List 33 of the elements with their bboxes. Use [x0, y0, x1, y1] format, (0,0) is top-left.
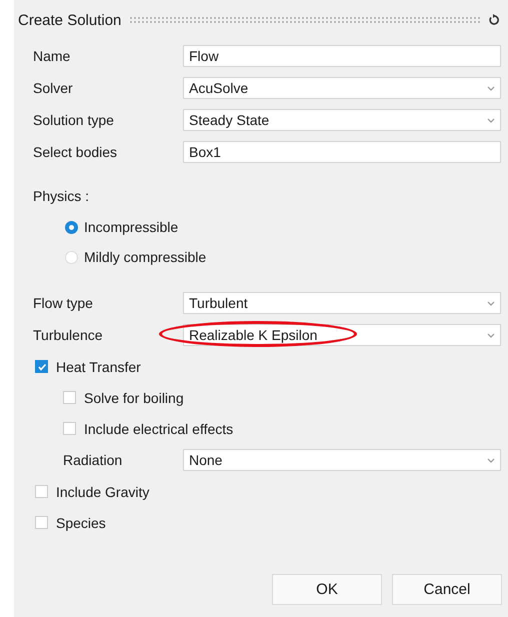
field-label: Select bodies — [33, 144, 118, 160]
checkbox[interactable] — [35, 360, 48, 373]
field-label: Turbulence — [33, 327, 104, 343]
checkbox[interactable] — [63, 422, 76, 435]
input-field[interactable]: Flow — [183, 45, 501, 67]
dialog-button[interactable]: OK — [272, 574, 382, 605]
radio-button[interactable] — [65, 220, 78, 234]
dropdown[interactable]: Turbulent — [183, 292, 501, 314]
dialog-button[interactable]: Cancel — [392, 574, 502, 605]
input-field[interactable]: Box1 — [183, 141, 501, 163]
checkbox-label: Include Gravity — [56, 484, 150, 500]
checkbox[interactable] — [63, 391, 76, 404]
checkbox-label: Solve for boiling — [84, 390, 184, 406]
checkbox-label: Species — [56, 514, 106, 530]
checkbox-label: Include electrical effects — [84, 420, 234, 436]
dropdown[interactable]: AcuSolve — [183, 77, 501, 99]
section-label: Physics : — [32, 187, 90, 206]
dropdown[interactable]: None — [183, 449, 501, 471]
field-label: Solution type — [33, 112, 115, 128]
checkbox[interactable] — [35, 516, 48, 529]
checkbox-label: Heat Transfer — [56, 358, 141, 374]
dropdown[interactable]: Realizable K Epsilon — [183, 324, 501, 346]
grip-handle[interactable] — [129, 16, 480, 24]
radio-label: Mildly compressible — [84, 249, 206, 265]
reset-icon[interactable] — [488, 14, 500, 26]
field-label: Flow type — [33, 295, 94, 311]
dropdown[interactable]: Steady State — [183, 109, 501, 131]
window-title: Create Solution — [18, 12, 122, 28]
radio-label: Incompressible — [84, 219, 178, 235]
field-label: Name — [33, 48, 72, 64]
field-label: Radiation — [63, 452, 124, 468]
checkbox[interactable] — [35, 485, 48, 498]
field-label: Solver — [33, 80, 74, 96]
